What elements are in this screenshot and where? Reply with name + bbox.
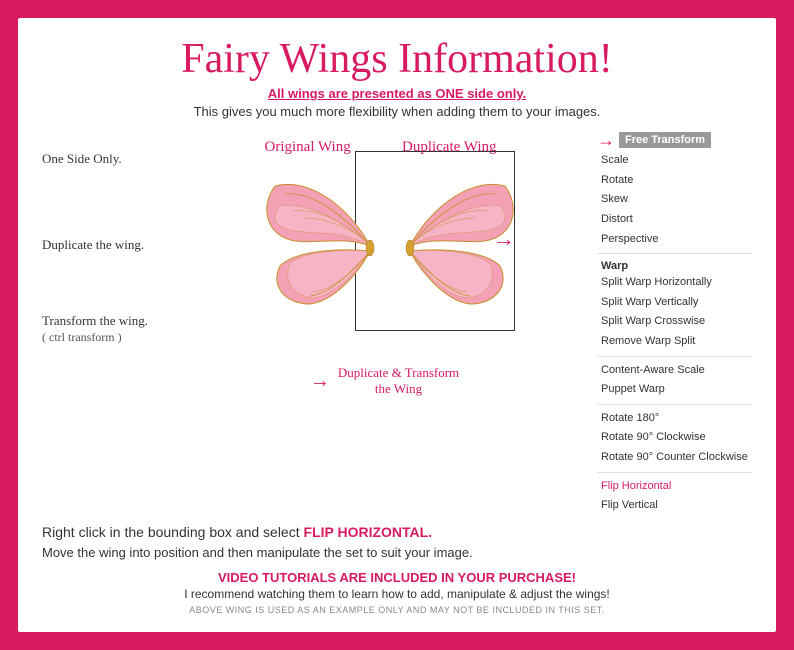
panel-item-remove-split: Remove Warp Split (597, 332, 752, 352)
subtitle-flexibility: This gives you much more flexibility whe… (42, 104, 752, 119)
panel-item-rotate180: Rotate 180° (597, 409, 752, 429)
panel-item-split-cross: Split Warp Crosswise (597, 312, 752, 332)
panel-item-puppet-warp: Puppet Warp (597, 380, 752, 400)
panel-item-split-horiz: Split Warp Horizontally (597, 273, 752, 293)
right-context-menu-panel: → Free Transform Scale Rotate Skew Disto… (597, 131, 752, 516)
video-tutorials-text: VIDEO TUTORIALS ARE INCLUDED IN YOUR PUR… (42, 570, 752, 585)
panel-item-rotate90cw: Rotate 90° Clockwise (597, 428, 752, 448)
panel-item-flip-horizontal: Flip Horizontal (597, 477, 752, 497)
main-content-area: One Side Only. Duplicate the wing. Trans… (42, 131, 752, 516)
step-three: Transform the wing. ( ctrl transform ) (42, 313, 172, 345)
subtitle-one-side: All wings are presented as ONE side only… (42, 86, 752, 101)
outer-border: Fairy Wings Information! All wings are p… (12, 12, 782, 638)
panel-item-content-aware: Content-Aware Scale (597, 361, 752, 381)
svg-text:→: → (493, 226, 515, 251)
panel-item-flip-vertical: Flip Vertical (597, 496, 752, 516)
free-transform-arrow-row: → Free Transform (597, 131, 752, 149)
wing-illustration-area: Original Wing Duplicate Wing (182, 131, 587, 397)
arrow-icon: → (597, 131, 615, 149)
panel-item-split-vert: Split Warp Vertically (597, 293, 752, 313)
panel-item-rotate: Rotate (597, 171, 752, 191)
panel-item-skew: Skew (597, 190, 752, 210)
divider-1 (597, 253, 752, 254)
bottom-wing-label-area: → Duplicate & Transformthe Wing (310, 365, 459, 397)
inner-card: Fairy Wings Information! All wings are p… (18, 18, 776, 632)
steps-column: One Side Only. Duplicate the wing. Trans… (42, 131, 172, 345)
panel-item-perspective: Perspective (597, 230, 752, 250)
bottom-arrow-icon: → (310, 370, 330, 393)
bottom-section: Right click in the bounding box and sele… (42, 524, 752, 615)
step-two: Duplicate the wing. (42, 237, 172, 253)
step-one: One Side Only. (42, 151, 172, 167)
move-instruction: Move the wing into position and then man… (42, 544, 752, 562)
free-transform-label: Free Transform (619, 132, 711, 148)
panel-item-distort: Distort (597, 210, 752, 230)
bottom-wing-label: Duplicate & Transformthe Wing (338, 365, 459, 397)
recommend-text: I recommend watching them to learn how t… (42, 587, 752, 601)
divider-2 (597, 356, 752, 357)
divider-4 (597, 472, 752, 473)
panel-item-rotate90ccw: Rotate 90° Counter Clockwise (597, 448, 752, 468)
wings-svg: → (245, 146, 525, 346)
warp-section-label: Warp (597, 258, 752, 273)
divider-3 (597, 404, 752, 405)
flip-instruction: Right click in the bounding box and sele… (42, 524, 752, 540)
panel-item-scale: Scale (597, 151, 752, 171)
fine-print-disclaimer: ABOVE WING IS USED AS AN EXAMPLE ONLY AN… (42, 605, 752, 615)
page-title: Fairy Wings Information! (42, 36, 752, 82)
wing-container: Original Wing Duplicate Wing (245, 131, 525, 361)
